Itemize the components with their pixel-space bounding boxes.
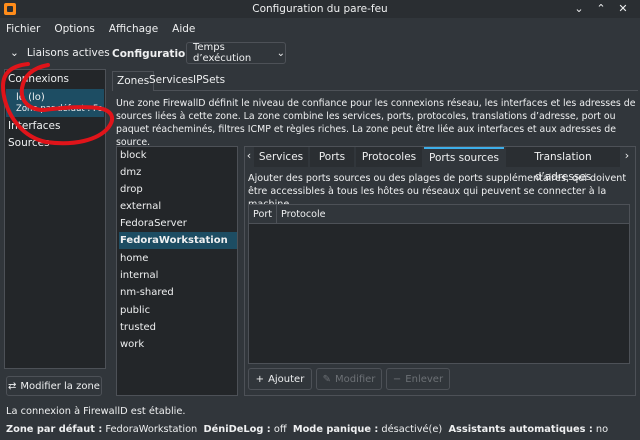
denied-log-label: DéniDeLog : bbox=[203, 424, 271, 435]
default-zone-label: Zone par défaut : bbox=[6, 424, 103, 435]
zone-item-fedoraserver[interactable]: FedoraServer bbox=[119, 215, 237, 232]
configuration-value: Temps d’exécution bbox=[193, 42, 252, 64]
zone-item-fedoraworkstation[interactable]: FedoraWorkstation bbox=[119, 232, 237, 249]
close-icon[interactable]: ✕ bbox=[616, 2, 630, 16]
source-ports-table[interactable] bbox=[248, 204, 630, 364]
chevron-down-icon: ⌄ bbox=[276, 47, 285, 59]
window-title: Configuration du pare-feu bbox=[252, 3, 388, 15]
modify-zone-label: Modifier la zone bbox=[20, 380, 100, 392]
subtab-services[interactable]: Services bbox=[254, 147, 308, 167]
menu-affichage[interactable]: Affichage bbox=[109, 23, 158, 35]
denied-log-value: off bbox=[273, 424, 287, 435]
tab-ipsets[interactable]: IPSets bbox=[189, 71, 229, 91]
remove-button[interactable]: − Enlever bbox=[386, 368, 450, 390]
auto-helpers-label: Assistants automatiques : bbox=[448, 424, 593, 435]
subtab-address-translation[interactable]: Translation d’adresses bbox=[506, 147, 620, 183]
zone-item-internal[interactable]: internal bbox=[119, 267, 237, 284]
menu-aide[interactable]: Aide bbox=[172, 23, 195, 35]
zone-item-external[interactable]: external bbox=[119, 198, 237, 215]
zone-item-home[interactable]: home bbox=[119, 250, 237, 267]
menu-bar: Fichier Options Affichage Aide bbox=[0, 18, 640, 40]
column-divider bbox=[276, 205, 277, 224]
configuration-select[interactable]: Temps d’exécution ⌄ bbox=[186, 42, 286, 64]
plus-icon: + bbox=[255, 373, 265, 385]
minus-icon: − bbox=[392, 373, 402, 385]
zone-item-public[interactable]: public bbox=[119, 302, 237, 319]
zone-item-block[interactable]: block bbox=[119, 147, 237, 164]
zone-item-work[interactable]: work bbox=[119, 336, 237, 353]
edit-label: Modifier bbox=[334, 373, 376, 385]
auto-helpers-value: no bbox=[595, 424, 609, 435]
modify-zone-button[interactable]: ⇄ Modifier la zone bbox=[6, 376, 102, 396]
pencil-icon: ✎ bbox=[322, 373, 331, 385]
chevron-left-icon[interactable]: ‹ bbox=[244, 149, 254, 162]
panic-mode-label: Mode panique : bbox=[292, 424, 379, 435]
zone-item-nm-shared[interactable]: nm-shared bbox=[119, 284, 237, 301]
remove-label: Enlever bbox=[405, 373, 444, 385]
zone-description: Une zone FirewallD définit le niveau de … bbox=[116, 98, 636, 148]
subtab-protocols[interactable]: Protocoles bbox=[356, 147, 422, 167]
status-line: Zone par défaut : FedoraWorkstation Déni… bbox=[6, 424, 608, 435]
menu-fichier[interactable]: Fichier bbox=[6, 23, 40, 35]
connection-status: La connexion à FirewallD est établie. bbox=[6, 406, 186, 417]
red-annotation-ellipse bbox=[0, 62, 115, 146]
subtab-source-ports[interactable]: Ports sources bbox=[424, 147, 504, 167]
panic-mode-value: désactivé(e) bbox=[381, 424, 443, 435]
zone-list[interactable]: block dmz drop external FedoraServer Fed… bbox=[116, 146, 238, 396]
add-button[interactable]: + Ajouter bbox=[248, 368, 312, 390]
zone-item-drop[interactable]: drop bbox=[119, 181, 237, 198]
menu-options[interactable]: Options bbox=[54, 23, 95, 35]
maximize-icon[interactable]: ⌃ bbox=[594, 2, 608, 16]
column-header-protocol[interactable]: Protocole bbox=[281, 209, 326, 220]
swap-icon: ⇄ bbox=[8, 380, 17, 392]
zone-item-dmz[interactable]: dmz bbox=[119, 164, 237, 181]
chevron-right-icon[interactable]: › bbox=[622, 149, 632, 162]
default-zone-value: FedoraWorkstation bbox=[105, 424, 198, 435]
minimize-icon[interactable]: ⌄ bbox=[572, 2, 586, 16]
add-label: Ajouter bbox=[268, 373, 305, 385]
edit-button[interactable]: ✎ Modifier bbox=[316, 368, 382, 390]
subtab-ports[interactable]: Ports bbox=[310, 147, 354, 167]
column-header-port[interactable]: Port bbox=[253, 209, 272, 220]
zone-item-trusted[interactable]: trusted bbox=[119, 319, 237, 336]
